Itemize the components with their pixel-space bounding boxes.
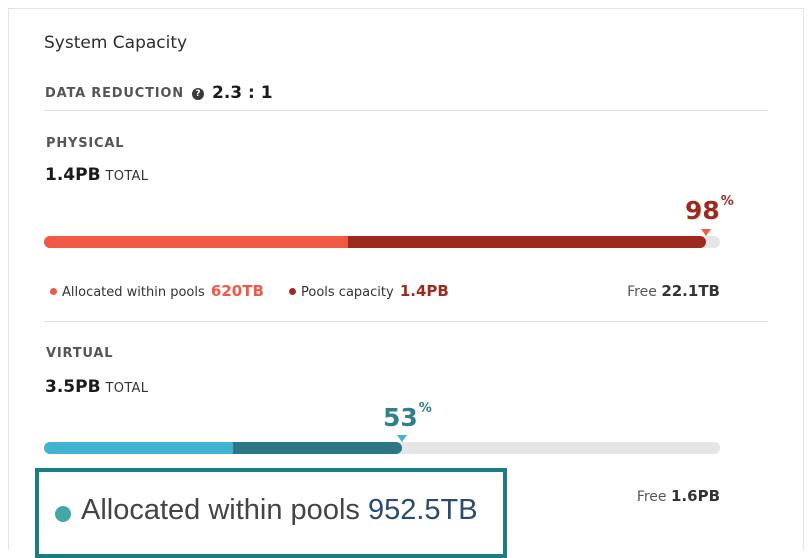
legend-pools-capacity: Pools capacity 1.4PB xyxy=(289,282,449,300)
data-reduction-value: 2.3 : 1 xyxy=(212,83,273,103)
virtual-usage-marker-icon xyxy=(397,435,408,442)
physical-section-label: PHYSICAL xyxy=(46,136,125,151)
virtual-total: 3.5PB TOTAL xyxy=(45,377,148,397)
physical-total: 1.4PB TOTAL xyxy=(45,165,148,185)
divider xyxy=(44,110,768,111)
virtual-total-value: 3.5PB xyxy=(45,377,101,397)
card-title: System Capacity xyxy=(44,33,188,53)
legend-dot-icon xyxy=(50,288,57,295)
physical-free: Free 22.1TB xyxy=(627,282,720,300)
legend-dot-icon xyxy=(289,288,296,295)
virtual-usage-percent: 53% xyxy=(383,401,432,432)
virtual-capacity-bar xyxy=(44,442,720,454)
virtual-allocated-fill xyxy=(44,442,234,454)
virtual-section-label: VIRTUAL xyxy=(46,346,114,361)
physical-usage-percent: 98% xyxy=(685,194,734,225)
virtual-free: Free 1.6PB xyxy=(636,487,720,505)
physical-allocated-fill xyxy=(44,236,349,248)
callout-dot-icon xyxy=(55,506,71,522)
legend-allocated-within-pools: Allocated within pools 620TB xyxy=(50,282,264,300)
divider xyxy=(44,321,768,322)
physical-capacity-bar xyxy=(44,236,720,248)
question-circle-icon[interactable]: ? xyxy=(192,88,204,100)
callout-value: 952.5TB xyxy=(367,494,478,526)
allocated-within-pools-callout: Allocated within pools 952.5TB xyxy=(35,468,507,558)
callout-text: Allocated within pools 952.5TB xyxy=(81,494,478,526)
data-reduction-label: DATA REDUCTION xyxy=(45,86,184,101)
virtual-total-unit: TOTAL xyxy=(105,381,149,396)
physical-total-value: 1.4PB xyxy=(45,165,101,185)
physical-total-unit: TOTAL xyxy=(105,169,149,184)
physical-usage-marker-icon xyxy=(701,229,712,236)
